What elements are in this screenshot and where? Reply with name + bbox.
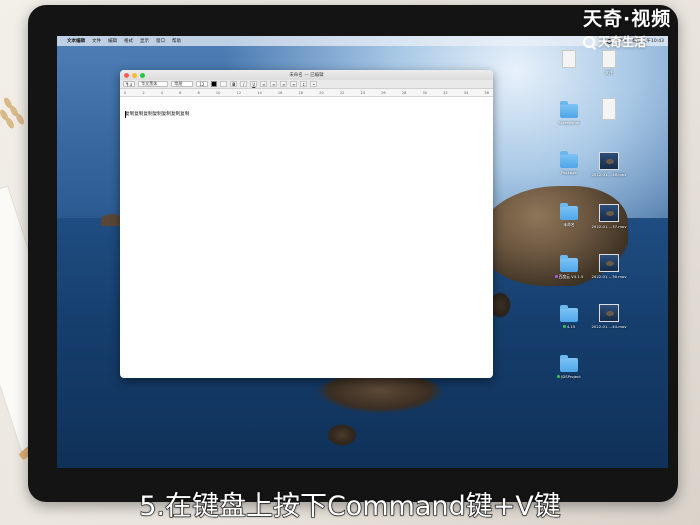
text-color-swatch[interactable] [211, 81, 218, 87]
desktop-icon-untitled[interactable]: 未命名 [547, 203, 591, 228]
ruler-tick: 2 [142, 91, 145, 95]
folder-icon [560, 101, 578, 118]
highlight-color-button[interactable] [220, 81, 228, 87]
ruler-tick: 22 [339, 91, 345, 95]
ruler-tick: 28 [401, 91, 407, 95]
document-body[interactable]: 复制复制复制复制复制复制复制 [120, 97, 493, 367]
desktop-icon-jdsproject[interactable]: JDSProject [547, 355, 591, 379]
desktop-icon-label: 百度云 V4.1.5 [554, 274, 584, 280]
mac-desktop: 文本编辑 文件 编辑 格式 显示 窗口 帮助 92% 周五 上午10:43 未命… [57, 36, 668, 468]
tag-green-icon [557, 375, 561, 378]
ruler-tick: 30 [422, 91, 428, 95]
tag-purple-icon [554, 275, 558, 278]
desktop-icon-doc2[interactable] [587, 98, 631, 122]
video-thumbnail-icon [599, 254, 619, 272]
align-left-button[interactable]: ≡ [260, 81, 268, 87]
watermark-sub: 天奇生活 [583, 33, 646, 50]
justify-button[interactable]: ≡ [290, 81, 298, 87]
format-toolbar: ¶ a 华文黑体 常规 12 B I U ≡ ≡ ≡ ≡ ↕ • [120, 80, 493, 89]
ruler-tick: 36 [484, 91, 489, 95]
ruler-tick: 0 [124, 91, 127, 95]
ruler-tick: 14 [257, 91, 262, 95]
font-size-select[interactable]: 12 [196, 81, 209, 87]
ruler-tick: 20 [319, 91, 324, 95]
tag-green-icon [562, 325, 566, 328]
italic-button[interactable]: I [240, 81, 248, 87]
desktop-icon-label: Package [561, 170, 577, 175]
search-icon [583, 35, 595, 48]
folder-icon [560, 203, 578, 220]
text-cursor [125, 111, 126, 118]
menu-item-edit[interactable]: 编辑 [108, 38, 117, 44]
desktop-icon-package[interactable]: Package [547, 151, 591, 175]
ruler-tick: 34 [463, 91, 469, 95]
desktop-icon-label: 2022-01....48.mov [591, 172, 627, 177]
ruler-tick: 10 [215, 91, 221, 95]
menu-item-help[interactable]: 帮助 [172, 38, 181, 44]
ruler-tick: 8 [197, 91, 200, 95]
document-icon [602, 98, 616, 120]
document-text[interactable]: 复制复制复制复制复制复制复制 [125, 111, 189, 117]
desktop-icon-video-3[interactable]: 2022-01....30.mov [587, 254, 631, 279]
folder-icon [560, 355, 578, 372]
brand-watermark: 天奇·视频 天奇生活 [583, 4, 695, 54]
desktop-icon-label: 4.15 [562, 324, 576, 329]
menu-item-view[interactable]: 显示 [140, 38, 149, 44]
desktop-icon-label-text: JDSProject [561, 374, 581, 379]
paragraph-style-select[interactable]: ¶ a [123, 81, 136, 87]
video-caption: 5.在键盘上按下Command键+V键 [139, 490, 562, 522]
line-spacing-button[interactable]: ↕ [300, 81, 308, 87]
ruler[interactable]: 0 2 4 6 8 10 12 14 16 18 20 22 24 26 28 … [120, 89, 493, 97]
video-thumbnail-icon [599, 304, 619, 322]
ruler-tick: 18 [298, 91, 304, 95]
menu-item-app[interactable]: 文本编辑 [67, 38, 85, 44]
desktop-icon-label: 未命名 [563, 222, 575, 227]
video-thumbnail-icon [599, 204, 619, 222]
ruler-tick: 24 [360, 91, 366, 95]
desktop-icon-415[interactable]: 4.15 [547, 305, 591, 329]
folder-icon [560, 255, 578, 272]
desktop-icon-label: JDSProject [557, 374, 581, 379]
font-family-select[interactable]: 华文黑体 [138, 81, 169, 87]
wallpaper-rock-small [327, 424, 357, 446]
bold-button[interactable]: B [230, 81, 238, 87]
document-icon [562, 50, 576, 68]
ruler-tick: 26 [381, 91, 386, 95]
align-center-button[interactable]: ≡ [270, 81, 278, 87]
window-titlebar[interactable]: 未命名 — 已编辑 [120, 70, 493, 80]
textedit-window: 未命名 — 已编辑 ¶ a 华文黑体 常规 12 B I U ≡ ≡ ≡ ≡ ↕… [120, 70, 493, 378]
desktop-icon-label: Screenshot [558, 120, 580, 125]
watermark-title: 天奇·视频 [583, 8, 672, 30]
list-button[interactable]: • [310, 81, 318, 87]
desktop-icon-screenshot[interactable]: Screenshot [547, 101, 591, 125]
font-style-select[interactable]: 常规 [171, 81, 194, 87]
ruler-tick: 12 [236, 91, 242, 95]
align-right-button[interactable]: ≡ [280, 81, 288, 87]
ruler-tick: 4 [160, 91, 164, 95]
desktop-icon-label-text: 4.15 [566, 324, 576, 329]
desktop-icon-label: 2022-01....44.mov [591, 324, 627, 329]
desktop-icon-baidu[interactable]: 百度云 V4.1.5 [547, 255, 591, 280]
underline-button[interactable]: U [250, 81, 258, 87]
wallpaper-rock [315, 374, 445, 414]
window-title: 未命名 — 已编辑 [289, 73, 324, 78]
ruler-tick: 6 [179, 91, 182, 95]
desktop-icon-video-4[interactable]: 2022-01....44.mov [587, 304, 631, 329]
menu-item-file[interactable]: 文件 [92, 38, 101, 44]
desktop-icon-label: 2022-01....30.mov [591, 274, 627, 279]
ruler-tick: 16 [277, 91, 283, 95]
ruler-tick: 32 [443, 91, 448, 95]
folder-icon [560, 151, 578, 168]
video-thumbnail-icon [599, 152, 619, 170]
menu-bar: 文本编辑 文件 编辑 格式 显示 窗口 帮助 92% 周五 上午10:43 [57, 36, 668, 46]
folder-icon [560, 305, 578, 322]
desktop-icon-video-1[interactable]: 2022-01....48.mov [587, 152, 631, 177]
menu-item-format[interactable]: 格式 [124, 38, 133, 44]
desktop-icon-label: 文件 [605, 70, 613, 75]
menu-item-window[interactable]: 窗口 [156, 38, 165, 44]
watermark-subtitle: 天奇生活 [598, 35, 647, 49]
desktop-icon-video-2[interactable]: 2022-01....37.mov [587, 204, 631, 229]
desktop-icon-label-text: 百度云 V4.1.5 [558, 274, 584, 279]
desktop-icon-label: 2022-01....37.mov [591, 224, 627, 229]
